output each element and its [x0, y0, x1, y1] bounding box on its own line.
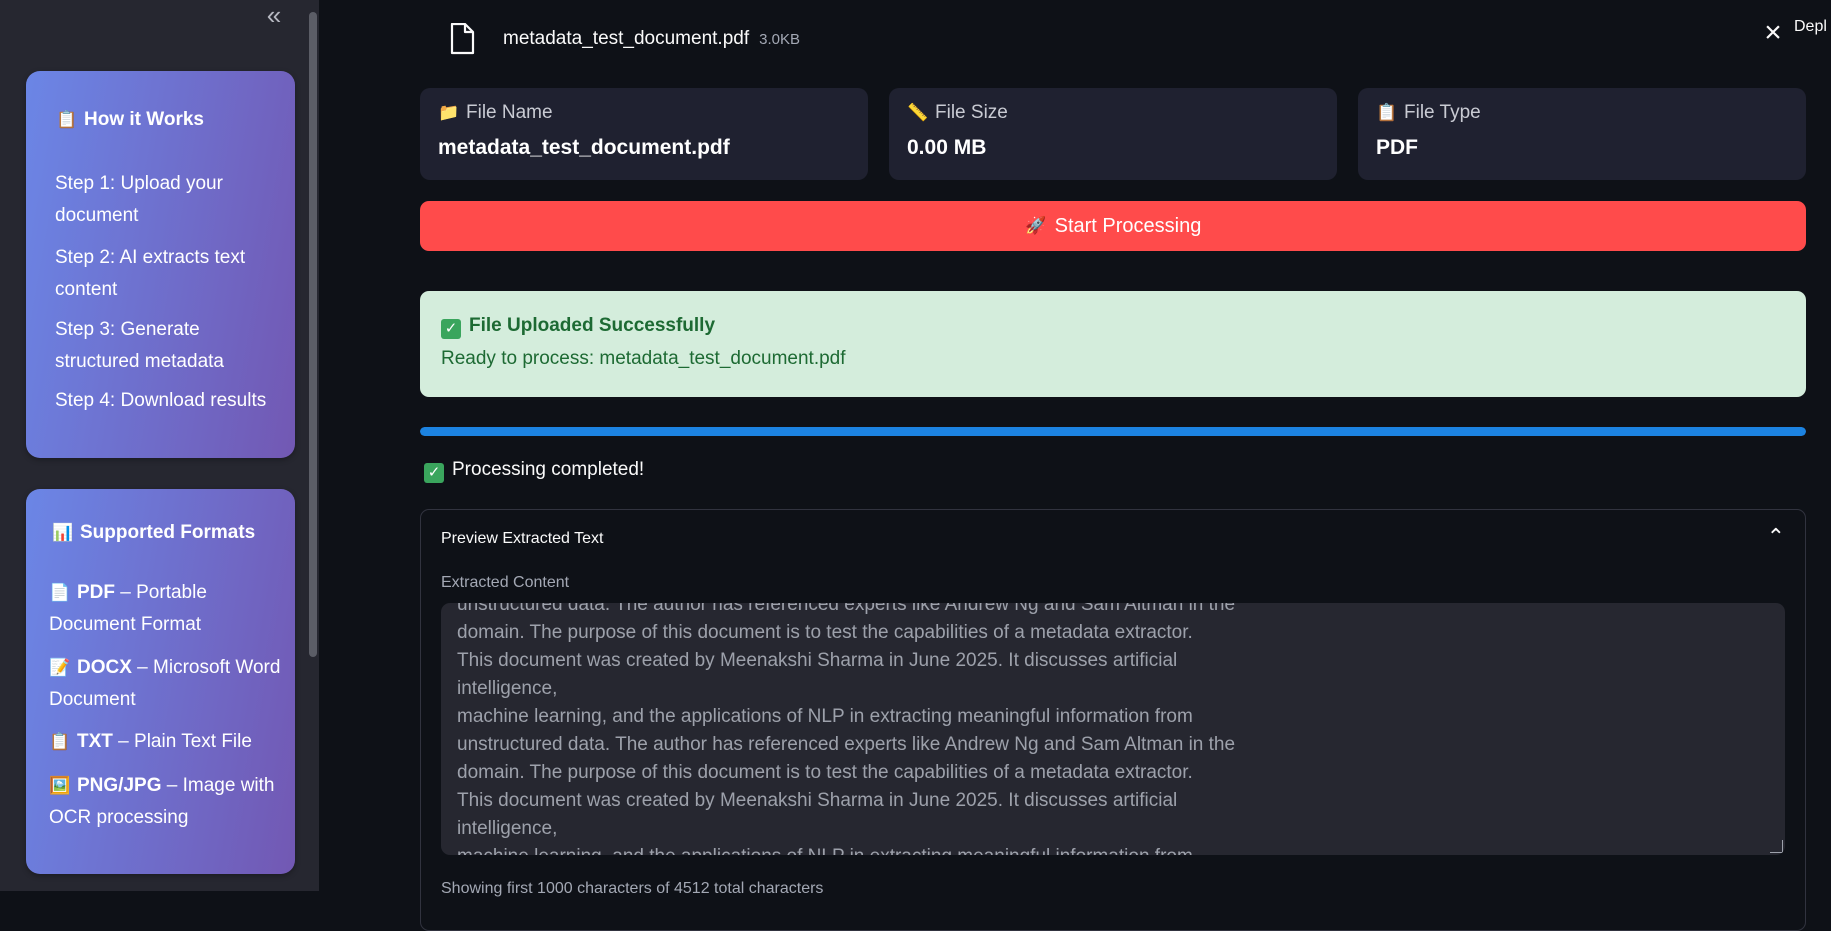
character-count-caption: Showing first 1000 characters of 4512 to…	[441, 880, 824, 897]
metric-file-name-value: metadata_test_document.pdf	[438, 136, 730, 159]
rocket-icon: 🚀	[1025, 216, 1047, 235]
metric-file-type: 📋 File Type PDF	[1358, 88, 1806, 180]
metric-file-name: 📁 File Name metadata_test_document.pdf	[420, 88, 868, 180]
extracted-content-textarea[interactable]: unstructured data. The author has refere…	[441, 603, 1785, 855]
clipboard-icon: 📋	[49, 732, 71, 751]
picture-icon: 🖼️	[49, 776, 71, 795]
metric-file-type-value: PDF	[1376, 136, 1418, 159]
check-icon: ✓	[441, 319, 461, 339]
success-message: Ready to process: metadata_test_document…	[441, 348, 846, 369]
chevron-up-icon[interactable]: ⌃	[1767, 524, 1785, 550]
step-2: Step 2: AI extracts text content	[55, 247, 246, 300]
step-4: Step 4: Download results	[55, 390, 267, 411]
document-icon: 📄	[49, 583, 71, 602]
collapse-sidebar-icon[interactable]: «	[262, 2, 286, 28]
sidebar: « 📋 How it Works Step 1: Upload your docu…	[0, 0, 319, 891]
metric-file-size-value: 0.00 MB	[907, 136, 987, 159]
format-image: 🖼️ PNG/JPG – Image with OCR processing	[49, 770, 284, 834]
clipboard-icon: 📋	[56, 110, 78, 129]
clipboard-icon: 📋	[1376, 103, 1398, 122]
progress-bar	[420, 427, 1806, 436]
supported-formats-card: 📊 Supported Formats 📄 PDF – Portable Docum…	[26, 489, 295, 874]
bar-chart-icon: 📊	[52, 523, 74, 542]
sidebar-scrollbar[interactable]	[309, 12, 317, 657]
success-title: File Uploaded Successfully	[469, 315, 716, 336]
extracted-content-text: unstructured data. The author has refere…	[457, 603, 1236, 855]
preview-expander-title[interactable]: Preview Extracted Text	[441, 530, 603, 548]
processing-status: ✓ Processing completed!	[424, 459, 644, 483]
progress-bar-fill	[420, 427, 1806, 436]
folder-icon: 📁	[438, 103, 460, 122]
format-pdf: 📄 PDF – Portable Document Format	[49, 577, 284, 641]
start-processing-button[interactable]: 🚀 Start Processing	[420, 201, 1806, 251]
ruler-icon: 📏	[907, 103, 929, 122]
how-it-works-title: 📋 How it Works	[56, 109, 204, 130]
metric-file-size: 📏 File Size 0.00 MB	[889, 88, 1337, 180]
upload-success-alert: ✓ File Uploaded Successfully Ready to pro…	[420, 291, 1806, 397]
memo-icon: 📝	[49, 658, 71, 677]
uploaded-file: metadata_test_document.pdf 3.0KB	[449, 22, 800, 56]
supported-formats-title: 📊 Supported Formats	[52, 522, 256, 543]
preview-expander: Preview Extracted Text ⌃ Extracted Conte…	[420, 509, 1806, 931]
remove-file-close-icon[interactable]: ×	[1760, 18, 1786, 48]
resize-handle-icon[interactable]	[1770, 840, 1783, 853]
deploy-button[interactable]: Depl	[1794, 18, 1827, 36]
format-txt: 📋 TXT – Plain Text File	[49, 726, 284, 758]
uploaded-file-size: 3.0KB	[759, 30, 800, 48]
format-docx: 📝 DOCX – Microsoft Word Document	[49, 652, 284, 716]
extracted-content-label: Extracted Content	[441, 574, 570, 591]
step-1: Step 1: Upload your document	[55, 173, 223, 226]
file-icon	[450, 23, 475, 55]
check-icon: ✓	[424, 463, 444, 483]
uploaded-file-name: metadata_test_document.pdf	[503, 28, 750, 49]
how-it-works-card: 📋 How it Works Step 1: Upload your docume…	[26, 71, 295, 458]
step-3: Step 3: Generate structured metadata	[55, 319, 224, 372]
